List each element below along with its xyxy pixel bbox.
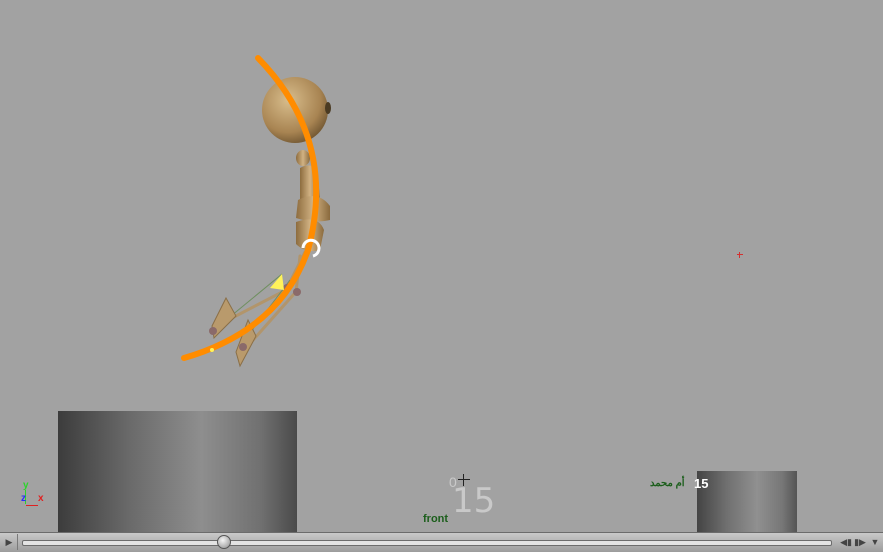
axis-y-label: y	[23, 480, 29, 491]
pivot-marker-foot	[210, 348, 214, 352]
hud-name-label: أم محمد	[650, 478, 685, 489]
timeline-slider-thumb[interactable]	[217, 535, 231, 549]
axis-x-label: x	[38, 493, 44, 504]
camera-label: front	[423, 513, 449, 525]
frame-overlay-big: 15	[452, 481, 496, 521]
step-forward-icon[interactable]: ▮▶	[852, 534, 868, 550]
play-icon[interactable]: ▶	[1, 534, 18, 550]
platform-box-right[interactable]	[697, 471, 797, 532]
joint-ankle-right[interactable]	[239, 343, 247, 351]
timeline-bar[interactable]: ▶ ◀▮ ▮▶ ▼	[0, 532, 883, 552]
timeline-track[interactable]	[22, 540, 832, 546]
joint-ankle-left[interactable]	[209, 327, 217, 335]
axis-z-label: z	[21, 493, 26, 504]
hud-frame-number: 15	[694, 476, 709, 491]
locator-marker[interactable]	[737, 252, 743, 258]
axis-x-line	[26, 505, 38, 506]
joint-knee-right[interactable]	[293, 288, 301, 296]
character-ear	[325, 102, 331, 114]
3d-viewport[interactable]: y z x 0 15 front أم محمد 15	[0, 0, 883, 532]
platform-box-left[interactable]	[58, 411, 297, 532]
menu-arrow-icon[interactable]: ▼	[867, 534, 883, 550]
character-neck	[296, 150, 310, 166]
